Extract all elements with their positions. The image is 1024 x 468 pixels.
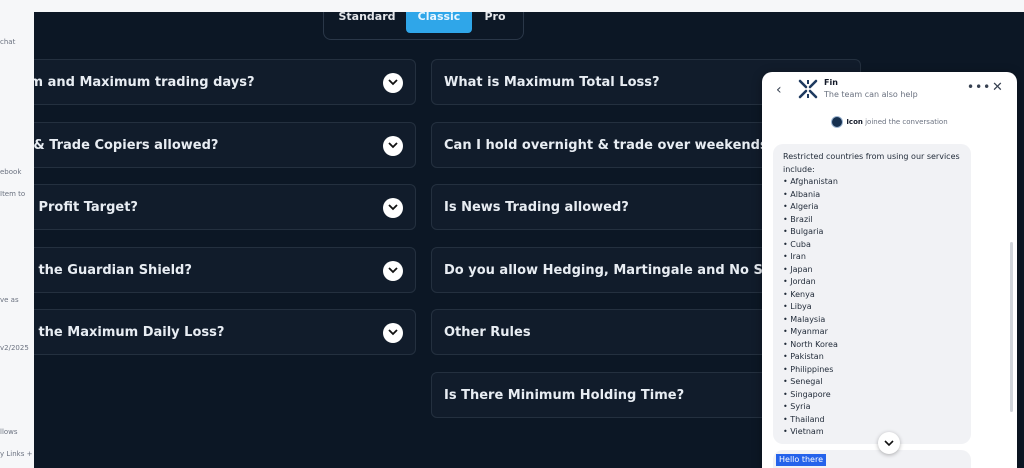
- chevron-down-icon: [884, 440, 894, 447]
- chat-widget: ‹ Fin The team can also help ••• ✕ Icon …: [762, 72, 1017, 468]
- faq-item[interactable]: t is Profit Target?: [34, 184, 416, 230]
- fin-logo-icon: [798, 79, 818, 99]
- country-item: • Senegal: [783, 377, 823, 386]
- faq-item[interactable]: As & Trade Copiers allowed?: [34, 122, 416, 168]
- agent-name: Fin: [824, 78, 838, 87]
- tab-classic[interactable]: Classic: [406, 12, 472, 33]
- country-item: • Philippines: [783, 364, 834, 374]
- page-top-strip: [0, 0, 1024, 12]
- agent-subtitle: The team can also help: [824, 90, 918, 99]
- close-icon[interactable]: ✕: [992, 80, 1003, 95]
- faq-item[interactable]: num and Maximum trading days?: [34, 59, 416, 105]
- country-item: • Thailand: [783, 414, 825, 424]
- faq-item[interactable]: t is the Guardian Shield?: [34, 247, 416, 293]
- avatar: [831, 116, 844, 128]
- country-item: • Pakistan: [783, 352, 824, 361]
- faq-question: Other Rules: [444, 325, 531, 340]
- country-item: • Syria: [783, 402, 811, 411]
- background-text: y Links +: [0, 450, 33, 458]
- background-text: llows: [0, 428, 18, 436]
- country-item: • Bulgaria: [783, 227, 824, 236]
- joined-notice: Icon joined the conversation: [762, 116, 1017, 128]
- country-item: • Libya: [783, 302, 812, 311]
- country-item: • Singapore: [783, 389, 831, 399]
- chevron-down-icon[interactable]: [383, 261, 403, 281]
- tab-pro[interactable]: Pro: [474, 12, 516, 33]
- country-list: • Afghanistan • Albania • Algeria • Brazil •…: [783, 176, 838, 439]
- chat-scrollbar[interactable]: [1010, 242, 1013, 412]
- faq-question: t is the Maximum Daily Loss?: [34, 325, 225, 340]
- country-item: • Cuba: [783, 239, 811, 249]
- background-page-strip: chat ebook Item to ve as v2/2025 llows y…: [0, 0, 34, 468]
- background-text: ebook: [0, 168, 22, 176]
- message-bubble: Restricted countries from using our serv…: [773, 144, 971, 444]
- country-item: • Vietnam: [783, 427, 824, 436]
- faq-question: t is Profit Target?: [34, 200, 138, 215]
- background-text: ve as: [0, 296, 19, 304]
- faq-question: num and Maximum trading days?: [34, 75, 255, 90]
- country-item: • Iran: [783, 252, 806, 261]
- faq-question: Is There Minimum Holding Time?: [444, 388, 685, 403]
- back-arrow-icon[interactable]: ‹: [776, 82, 782, 98]
- plan-tabs: Standard Classic Pro: [323, 12, 524, 40]
- chevron-down-icon[interactable]: [383, 73, 403, 93]
- country-item: • Brazil: [783, 214, 813, 224]
- chat-header: ‹ Fin The team can also help ••• ✕: [762, 72, 1017, 108]
- country-item: • Myanmar: [783, 327, 828, 336]
- chevron-down-icon[interactable]: [383, 136, 403, 156]
- selected-message-text: Hello there: [776, 454, 826, 466]
- faq-question: What is Maximum Total Loss?: [444, 75, 660, 90]
- background-text: Item to: [0, 190, 26, 198]
- joined-text: joined the conversation: [865, 118, 948, 126]
- more-options-icon[interactable]: •••: [967, 80, 991, 94]
- joined-name: Icon: [846, 118, 863, 126]
- background-text: chat: [0, 38, 16, 46]
- country-item: • Kenya: [783, 289, 815, 299]
- tab-standard[interactable]: Standard: [334, 12, 400, 33]
- background-text: v2/2025: [0, 344, 29, 352]
- country-item: • Malaysia: [783, 314, 826, 324]
- faq-question: As & Trade Copiers allowed?: [34, 138, 219, 153]
- country-item: • Afghanistan: [783, 177, 838, 186]
- chevron-down-icon[interactable]: [383, 323, 403, 343]
- faq-item[interactable]: t is the Maximum Daily Loss?: [34, 309, 416, 355]
- faq-question: t is the Guardian Shield?: [34, 263, 192, 278]
- country-item: • Algeria: [783, 202, 819, 211]
- faq-question: Is News Trading allowed?: [444, 200, 629, 215]
- country-item: • North Korea: [783, 339, 838, 349]
- faq-question: Can I hold overnight & trade over weeken…: [444, 138, 776, 153]
- chevron-down-icon[interactable]: [383, 198, 403, 218]
- message-intro: Restricted countries from using our serv…: [783, 152, 960, 174]
- scroll-down-button[interactable]: [878, 432, 900, 454]
- country-item: • Japan: [783, 264, 813, 274]
- country-item: • Jordan: [783, 277, 816, 286]
- country-item: • Albania: [783, 189, 821, 199]
